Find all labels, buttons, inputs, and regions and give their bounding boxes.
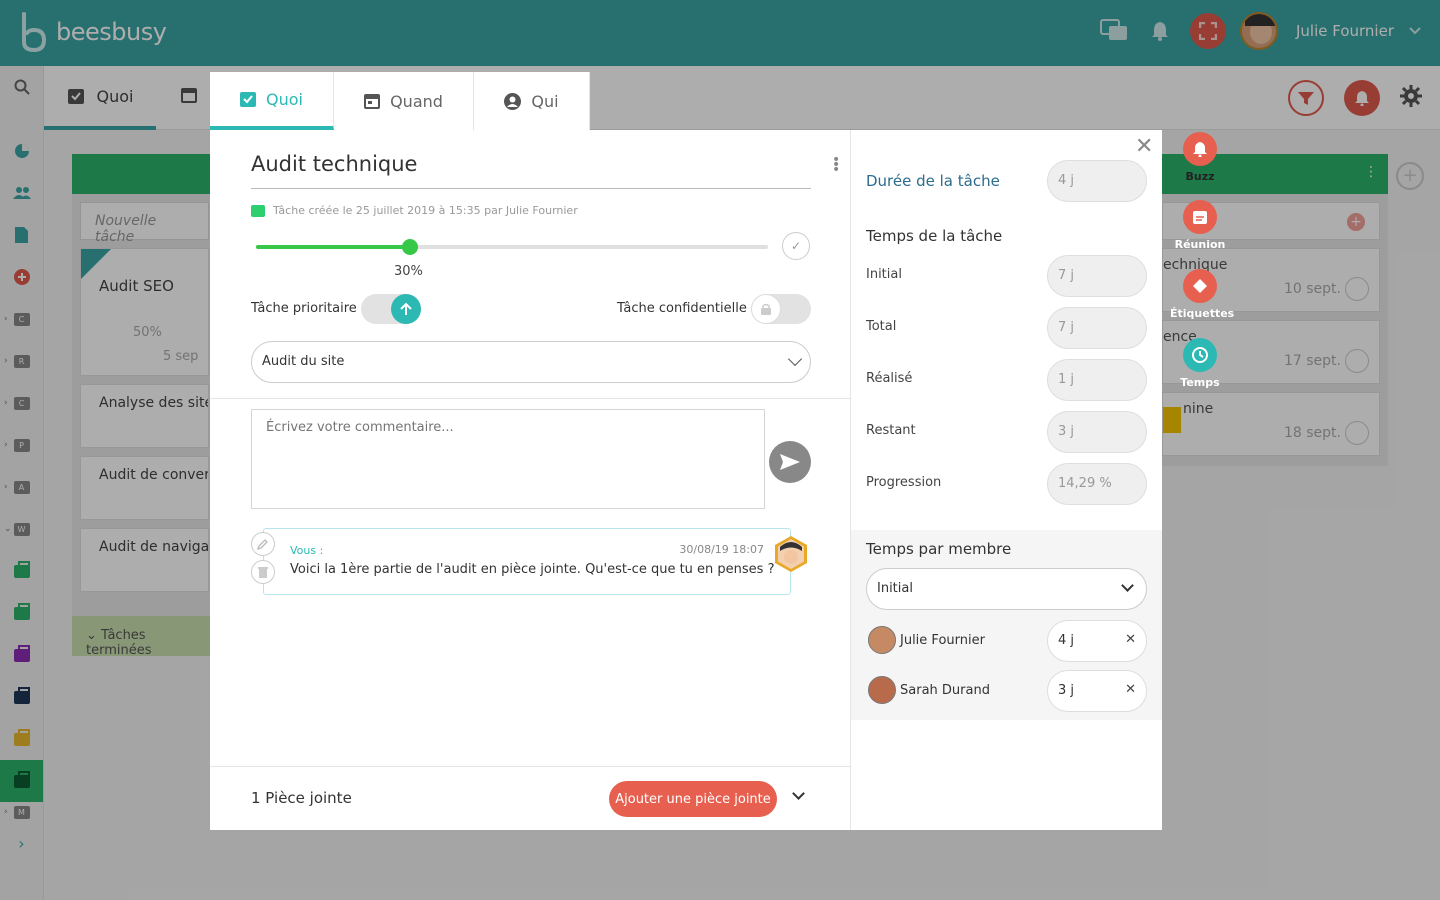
priority-toggle[interactable]	[361, 294, 421, 324]
time-remaining-value[interactable]: 3 j	[1047, 411, 1147, 453]
time-action[interactable]: Temps	[1170, 338, 1230, 389]
time-done-label: Réalisé	[866, 371, 913, 386]
progress-slider-handle[interactable]	[401, 239, 418, 255]
time-initial-label: Initial	[866, 267, 902, 282]
member-name: Sarah Durand	[900, 683, 990, 698]
tab-quoi[interactable]: Quoi	[210, 72, 334, 130]
time-total-label: Total	[866, 319, 897, 334]
tab-quand[interactable]: Quand	[334, 72, 474, 130]
close-modal-icon[interactable]: ✕	[1135, 134, 1153, 159]
project-select[interactable]: Audit du site	[251, 341, 811, 383]
members-title: Temps par membre	[866, 540, 1012, 558]
time-per-member: Temps par membre Initial Julie Fournier …	[851, 530, 1162, 720]
comment-message: Vous : 30/08/19 18:07 Voici la 1ère part…	[263, 528, 791, 595]
lock-icon	[751, 294, 781, 324]
priority-arrow-icon	[391, 294, 421, 324]
user-circle-icon	[504, 92, 522, 110]
member-time-input[interactable]: 3 j ✕	[1047, 670, 1147, 712]
time-panel: Durée de la tâche 4 j Temps de la tâche …	[851, 130, 1162, 830]
bell-icon	[1193, 142, 1207, 157]
confidential-label: Tâche confidentielle	[617, 301, 747, 316]
chevron-down-icon[interactable]	[792, 787, 805, 800]
more-options-icon[interactable]: • • •	[832, 153, 840, 177]
remove-member-icon[interactable]: ✕	[1125, 632, 1136, 647]
progress-slider[interactable]	[256, 239, 768, 255]
labels-action[interactable]: Étiquettes	[1170, 269, 1234, 320]
member-avatar	[868, 676, 896, 704]
calendar-icon	[364, 94, 381, 109]
member-row: Julie Fournier 4 j ✕	[866, 620, 1147, 662]
priority-label: Tâche prioritaire	[251, 301, 357, 316]
modal-tabs: Quoi Quand Qui	[210, 72, 590, 130]
clock-icon	[1192, 347, 1208, 363]
add-attachment-button[interactable]: Ajouter une pièce jointe	[609, 781, 777, 817]
task-time-title: Temps de la tâche	[866, 227, 1003, 245]
buzz-action[interactable]: Buzz	[1170, 132, 1230, 183]
task-title-input[interactable]: Audit technique	[251, 152, 811, 189]
task-modal: Audit technique • • • Tâche créée le 25 ju…	[210, 130, 1162, 830]
time-done-value[interactable]: 1 j	[1047, 359, 1147, 401]
progress-value: 30%	[394, 264, 423, 279]
time-progress-value: 14,29 %	[1047, 463, 1147, 505]
chevron-down-icon	[1121, 579, 1134, 592]
time-initial-value[interactable]: 7 j	[1047, 255, 1147, 297]
edit-comment-icon[interactable]	[251, 532, 275, 556]
time-total-value[interactable]: 7 j	[1047, 307, 1147, 349]
divider	[210, 398, 851, 399]
member-time-input[interactable]: 4 j ✕	[1047, 620, 1147, 662]
comment-date: 30/08/19 18:07	[679, 543, 764, 556]
member-name: Julie Fournier	[900, 633, 985, 648]
comment-author-avatar	[775, 536, 807, 572]
project-briefcase-icon	[251, 204, 265, 217]
remove-member-icon[interactable]: ✕	[1125, 682, 1136, 697]
tab-qui[interactable]: Qui	[474, 72, 590, 130]
task-created-info: Tâche créée le 25 juillet 2019 à 15:35 p…	[251, 204, 578, 217]
member-avatar	[868, 626, 896, 654]
send-icon	[780, 454, 800, 470]
complete-task-button[interactable]: ✓	[782, 232, 810, 260]
confidential-toggle[interactable]	[751, 294, 811, 324]
send-comment-button[interactable]	[769, 441, 811, 483]
calendar-icon	[1193, 211, 1207, 224]
meeting-action[interactable]: Réunion	[1170, 200, 1230, 251]
member-time-select[interactable]: Initial	[866, 568, 1147, 610]
comment-author: Vous :	[290, 544, 324, 557]
delete-comment-icon[interactable]	[251, 560, 275, 584]
task-detail-panel: Audit technique • • • Tâche créée le 25 ju…	[210, 130, 851, 830]
duration-label: Durée de la tâche	[866, 172, 1000, 190]
comment-input[interactable]	[251, 409, 765, 509]
comment-text: Voici la 1ère partie de l'audit en pièce…	[290, 562, 775, 577]
progress-slider-fill	[256, 245, 410, 249]
time-progress-label: Progression	[866, 475, 942, 490]
attachments-footer: 1 Pièce jointe Ajouter une pièce jointe	[210, 766, 851, 830]
tag-icon	[1193, 279, 1207, 293]
chevron-down-icon	[787, 351, 803, 367]
time-remaining-label: Restant	[866, 423, 916, 438]
member-row: Sarah Durand 3 j ✕	[866, 670, 1147, 712]
task-check-icon	[240, 92, 257, 107]
attachments-count[interactable]: 1 Pièce jointe	[251, 789, 352, 807]
duration-input[interactable]: 4 j	[1047, 160, 1147, 202]
